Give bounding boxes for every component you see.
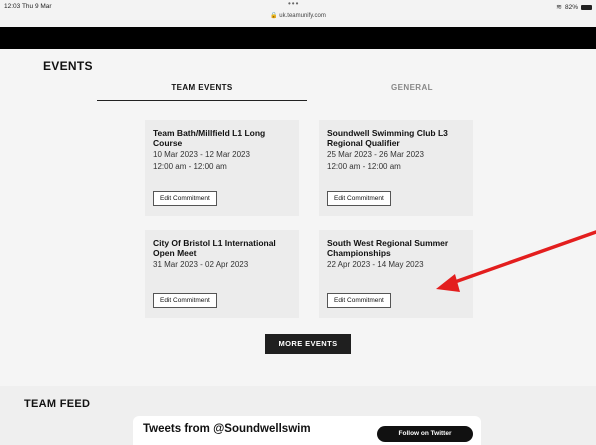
edit-commitment-button[interactable]: Edit Commitment [153, 191, 217, 206]
edit-commitment-button[interactable]: Edit Commitment [327, 293, 391, 308]
url-text: uk.teamunify.com [279, 13, 326, 19]
event-dates: 25 Mar 2023 - 26 Mar 2023 [327, 150, 424, 159]
event-name[interactable]: City Of Bristol L1 International Open Me… [153, 238, 291, 258]
event-card: Soundwell Swimming Club L3 Regional Qual… [319, 120, 473, 216]
event-card: City Of Bristol L1 International Open Me… [145, 230, 299, 318]
battery-percent: 82% [564, 3, 578, 11]
wifi-icon: ≋ [556, 4, 562, 11]
edit-commitment-button[interactable]: Edit Commitment [327, 191, 391, 206]
event-card: South West Regional Summer Championships… [319, 230, 473, 318]
tweets-title[interactable]: Tweets from @Soundwellswim [143, 423, 311, 435]
event-times: 12:00 am - 12:00 am [153, 162, 227, 171]
event-name[interactable]: South West Regional Summer Championships [327, 238, 465, 258]
status-bar: 12:03 Thu 9 Mar ••• 🔒 uk.teamunify.com ≋… [0, 0, 596, 27]
event-name[interactable]: Soundwell Swimming Club L3 Regional Qual… [327, 128, 465, 148]
event-dates: 22 Apr 2023 - 14 May 2023 [327, 260, 424, 269]
arrow-shaft [450, 230, 596, 285]
tab-general[interactable]: GENERAL [307, 78, 517, 100]
more-dots-icon[interactable]: ••• [288, 0, 299, 8]
battery-icon [581, 4, 592, 10]
address-bar-url[interactable]: 🔒 uk.teamunify.com [0, 12, 596, 19]
event-card: Team Bath/Millfield L1 Long Course 10 Ma… [145, 120, 299, 216]
more-events-button[interactable]: MORE EVENTS [265, 334, 351, 354]
edit-commitment-button[interactable]: Edit Commitment [153, 293, 217, 308]
event-dates: 31 Mar 2023 - 02 Apr 2023 [153, 260, 249, 269]
events-tabs: TEAM EVENTS GENERAL [97, 78, 517, 101]
tab-team-events[interactable]: TEAM EVENTS [97, 78, 307, 101]
twitter-embed: Tweets from @Soundwellswim Follow on Twi… [133, 416, 481, 445]
team-feed-heading: TEAM FEED [24, 398, 91, 410]
site-header-bar [0, 27, 596, 49]
follow-on-twitter-button[interactable]: Follow on Twitter [377, 426, 473, 442]
event-name[interactable]: Team Bath/Millfield L1 Long Course [153, 128, 291, 148]
battery-indicator: ≋ 82% [556, 3, 592, 11]
event-times: 12:00 am - 12:00 am [327, 162, 401, 171]
events-heading: EVENTS [43, 59, 93, 73]
event-dates: 10 Mar 2023 - 12 Mar 2023 [153, 150, 250, 159]
status-time: 12:03 Thu 9 Mar [4, 3, 52, 10]
